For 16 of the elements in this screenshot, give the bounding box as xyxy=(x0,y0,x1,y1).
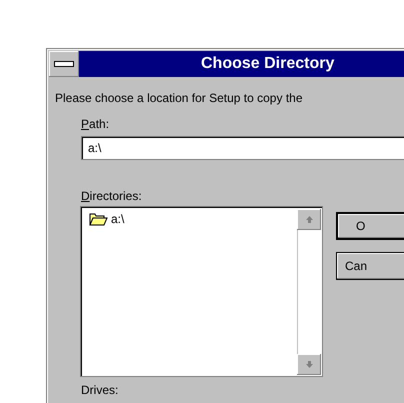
scroll-up-button[interactable] xyxy=(297,209,321,230)
system-menu-button[interactable] xyxy=(49,51,79,77)
folder-icon xyxy=(89,212,108,226)
path-label: Path: xyxy=(81,117,110,131)
scroll-down-button[interactable] xyxy=(297,354,321,375)
directories-label: Directories: xyxy=(81,189,142,203)
window-title: Choose Directory xyxy=(79,51,404,77)
down-arrow-icon xyxy=(304,360,314,369)
cancel-button[interactable]: Can xyxy=(336,252,404,280)
ok-button[interactable]: O xyxy=(336,212,404,240)
directory-list[interactable]: a:\ xyxy=(80,206,323,377)
instruction-text: Please choose a location for Setup to copy the xyxy=(55,91,302,105)
directory-item[interactable]: a:\ xyxy=(110,212,126,226)
drives-label: Drives: xyxy=(81,383,118,397)
up-arrow-icon xyxy=(304,215,314,224)
path-field[interactable]: a:\ xyxy=(81,136,404,160)
